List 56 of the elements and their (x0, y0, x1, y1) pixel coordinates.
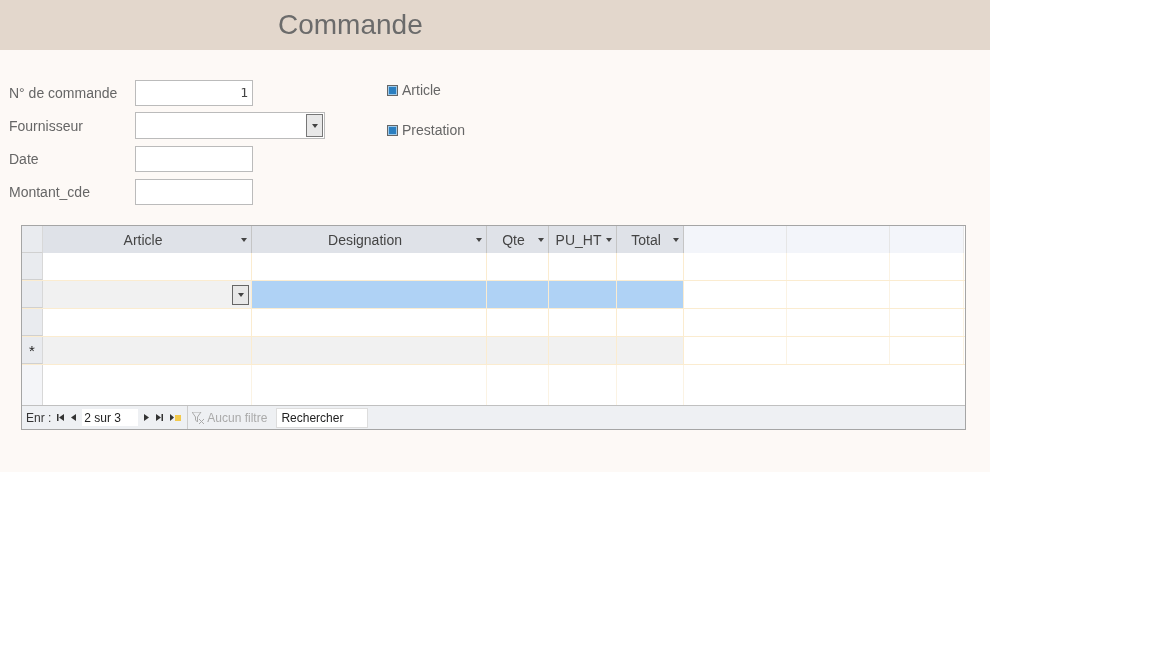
dropdown-field[interactable] (135, 112, 325, 139)
table-cell[interactable] (43, 337, 252, 364)
sort-arrow-icon[interactable] (476, 238, 482, 242)
new-record-icon (170, 414, 182, 421)
first-icon (57, 414, 65, 421)
record-label: Enr : (26, 410, 52, 425)
next-icon (144, 414, 150, 421)
field-label: N° de commande (9, 84, 119, 101)
text-field[interactable]: 1 (135, 79, 253, 106)
sort-arrow-icon[interactable] (606, 238, 612, 242)
row-selector[interactable]: * (22, 337, 43, 364)
checkbox-label: Article (402, 82, 441, 98)
table-cell[interactable] (549, 281, 617, 308)
checkbox[interactable] (387, 124, 398, 136)
sort-arrow-icon[interactable] (241, 238, 247, 242)
search-field[interactable]: Rechercher (276, 407, 369, 428)
column-header[interactable]: Article (43, 226, 252, 253)
sort-arrow-icon[interactable] (538, 238, 544, 242)
previous-record-button[interactable] (70, 414, 78, 421)
table-cell[interactable] (252, 281, 487, 308)
column-header[interactable]: PU_HT (549, 226, 617, 253)
select-all-corner[interactable] (22, 226, 43, 253)
row-selector[interactable] (22, 253, 43, 280)
row-selector[interactable] (22, 281, 43, 308)
sort-arrow-icon[interactable] (673, 238, 679, 242)
previous-icon (71, 414, 77, 421)
filter-icon (192, 411, 205, 424)
form-title: Commande (278, 9, 423, 41)
text-field[interactable] (135, 178, 253, 205)
column-header[interactable]: Qte (487, 226, 549, 253)
checkbox[interactable] (387, 84, 398, 96)
record-position-field[interactable]: 2 sur 3 (82, 409, 139, 426)
next-record-button[interactable] (143, 414, 151, 421)
table-cell[interactable] (43, 281, 252, 308)
field-label: Date (9, 150, 40, 167)
dropdown-button[interactable] (232, 284, 249, 305)
dropdown-button[interactable] (306, 114, 323, 137)
new-record-button[interactable] (169, 414, 183, 421)
table-cell[interactable] (487, 281, 549, 308)
table-cell[interactable] (617, 281, 684, 308)
dropdown-arrow-icon[interactable] (237, 292, 244, 297)
column-header[interactable]: Total (617, 226, 684, 253)
table-cell[interactable] (549, 337, 617, 364)
text-field[interactable] (135, 145, 253, 172)
field-label: Montant_cde (9, 183, 91, 200)
last-icon (156, 414, 164, 421)
checkbox-label: Prestation (402, 122, 466, 138)
column-header[interactable]: Designation (252, 226, 487, 253)
dropdown-arrow-icon[interactable] (311, 123, 318, 128)
table-cell[interactable] (487, 337, 549, 364)
field-label: Fournisseur (9, 117, 84, 134)
table-cell[interactable] (252, 337, 487, 364)
table-cell[interactable] (617, 337, 684, 364)
first-record-button[interactable] (56, 414, 66, 421)
row-selector[interactable] (22, 309, 43, 336)
last-record-button[interactable] (155, 414, 165, 421)
